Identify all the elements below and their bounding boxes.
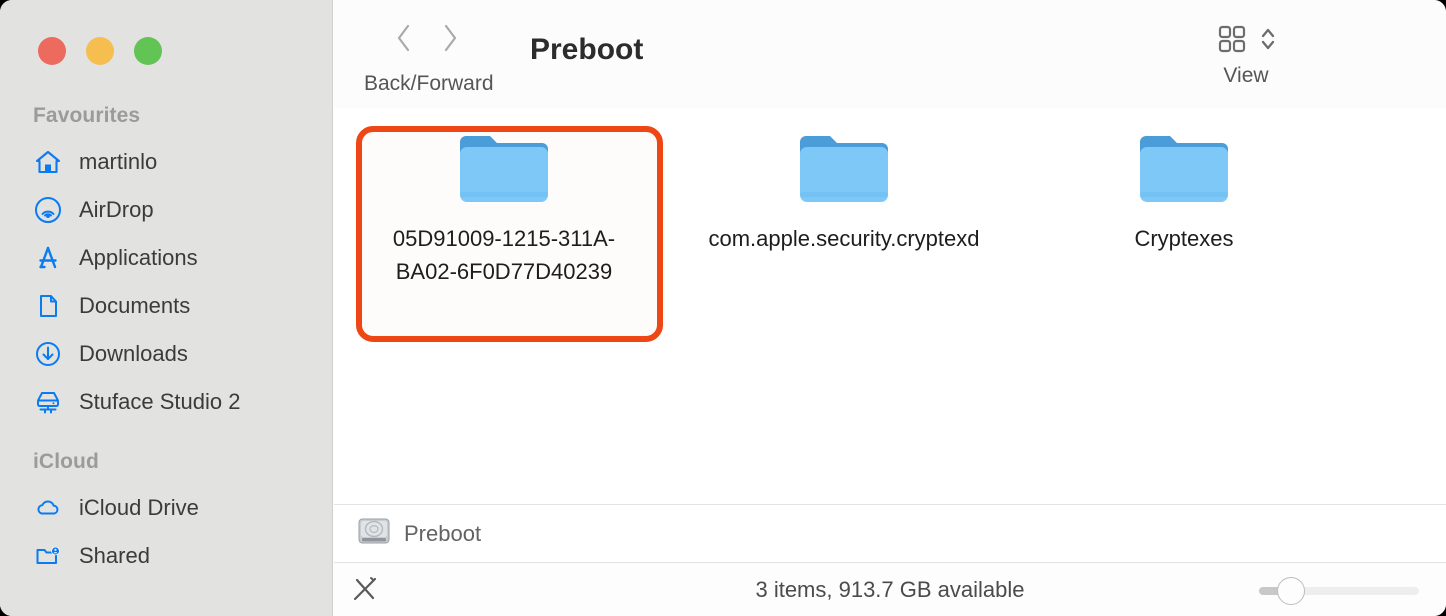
sidebar-item-label: Applications: [79, 245, 198, 270]
network-drive-icon: [33, 387, 63, 417]
sidebar-item-downloads[interactable]: Downloads: [0, 330, 333, 378]
sidebar-item-documents[interactable]: Documents: [0, 282, 333, 330]
sidebar-item-icloud-drive[interactable]: iCloud Drive: [0, 484, 333, 532]
sidebar-item-label: iCloud Drive: [79, 495, 199, 520]
file-item-uuid-folder[interactable]: 05D91009-1215-311A-BA02-6F0D77D40239: [334, 108, 674, 288]
file-label: com.apple.security.cryptexd: [708, 226, 980, 251]
hard-drive-icon: [358, 518, 390, 549]
home-icon: [33, 147, 63, 177]
sidebar-item-shared[interactable]: Shared: [0, 532, 333, 580]
sidebar-item-martinlo[interactable]: martinlo: [0, 138, 333, 186]
downloads-icon: [33, 339, 63, 369]
view-caption: View: [1223, 64, 1269, 87]
path-bar-label: Preboot: [404, 520, 482, 546]
forward-button[interactable]: [440, 22, 460, 59]
grid-view-icon: [1215, 16, 1277, 62]
chevron-up-down-icon: [1261, 28, 1275, 50]
traffic-lights: [38, 37, 162, 65]
back-forward-caption: Back/Forward: [364, 72, 494, 95]
zoom-button[interactable]: [134, 37, 162, 65]
cloud-icon: [33, 493, 63, 523]
applications-icon: [33, 243, 63, 273]
back-forward-buttons: [394, 22, 460, 59]
icon-size-slider[interactable]: [1259, 577, 1419, 605]
sidebar-item-label: martinlo: [79, 149, 158, 174]
file-label: Cryptexes: [1134, 226, 1234, 251]
file-item-cryptexes-folder[interactable]: Cryptexes: [1014, 108, 1354, 255]
airdrop-button[interactable]: AirDrop: [1432, 16, 1446, 88]
sidebar-item-label: Downloads: [79, 341, 188, 366]
sidebar-item-airdrop[interactable]: AirDrop: [0, 186, 333, 234]
sidebar-item-stuface-studio-2[interactable]: Stuface Studio 2: [0, 378, 333, 426]
icon-grid: 05D91009-1215-311A-BA02-6F0D77D40239 com…: [334, 108, 1354, 288]
minimize-button[interactable]: [86, 37, 114, 65]
sidebar-header-icloud: iCloud: [33, 450, 99, 473]
status-bar: 3 items, 913.7 GB available: [334, 562, 1446, 616]
sidebar-item-label: Documents: [79, 293, 191, 318]
finder-window: Favourites martinlo AirDrop Applications: [0, 0, 1446, 616]
file-grid-area: 05D91009-1215-311A-BA02-6F0D77D40239 com…: [334, 108, 1446, 504]
view-button[interactable]: View: [1194, 16, 1298, 88]
file-item-cryptexd-folder[interactable]: com.apple.security.cryptexd: [674, 108, 1014, 255]
sidebar-section-icloud: iCloud iCloud Drive Shared: [0, 450, 333, 580]
sidebar-section-favourites: Favourites martinlo AirDrop Applications: [0, 104, 333, 426]
sidebar-item-applications[interactable]: Applications: [0, 234, 333, 282]
sidebar-item-label: Shared: [79, 543, 150, 568]
back-button[interactable]: [394, 22, 414, 59]
shared-folder-icon: [33, 541, 63, 571]
slider-track: [1285, 587, 1419, 595]
sidebar-header-favourites: Favourites: [33, 104, 141, 127]
path-bar: Preboot: [334, 504, 1446, 562]
slider-knob[interactable]: [1277, 577, 1305, 605]
airdrop-icon: [33, 195, 63, 225]
window-title: Preboot: [530, 33, 644, 66]
sidebar-item-label: AirDrop: [79, 197, 154, 222]
folder-icon: [1136, 130, 1232, 208]
folder-icon: [796, 130, 892, 208]
toolbar: Back/Forward Preboot View AirDrop: [334, 0, 1446, 108]
sidebar-item-label: Stuface Studio 2: [79, 389, 241, 414]
folder-icon: [456, 130, 552, 208]
sidebar: Favourites martinlo AirDrop Applications: [0, 0, 333, 616]
documents-icon: [33, 291, 63, 321]
close-button[interactable]: [38, 37, 66, 65]
file-label: 05D91009-1215-311A-BA02-6F0D77D40239: [392, 226, 616, 284]
